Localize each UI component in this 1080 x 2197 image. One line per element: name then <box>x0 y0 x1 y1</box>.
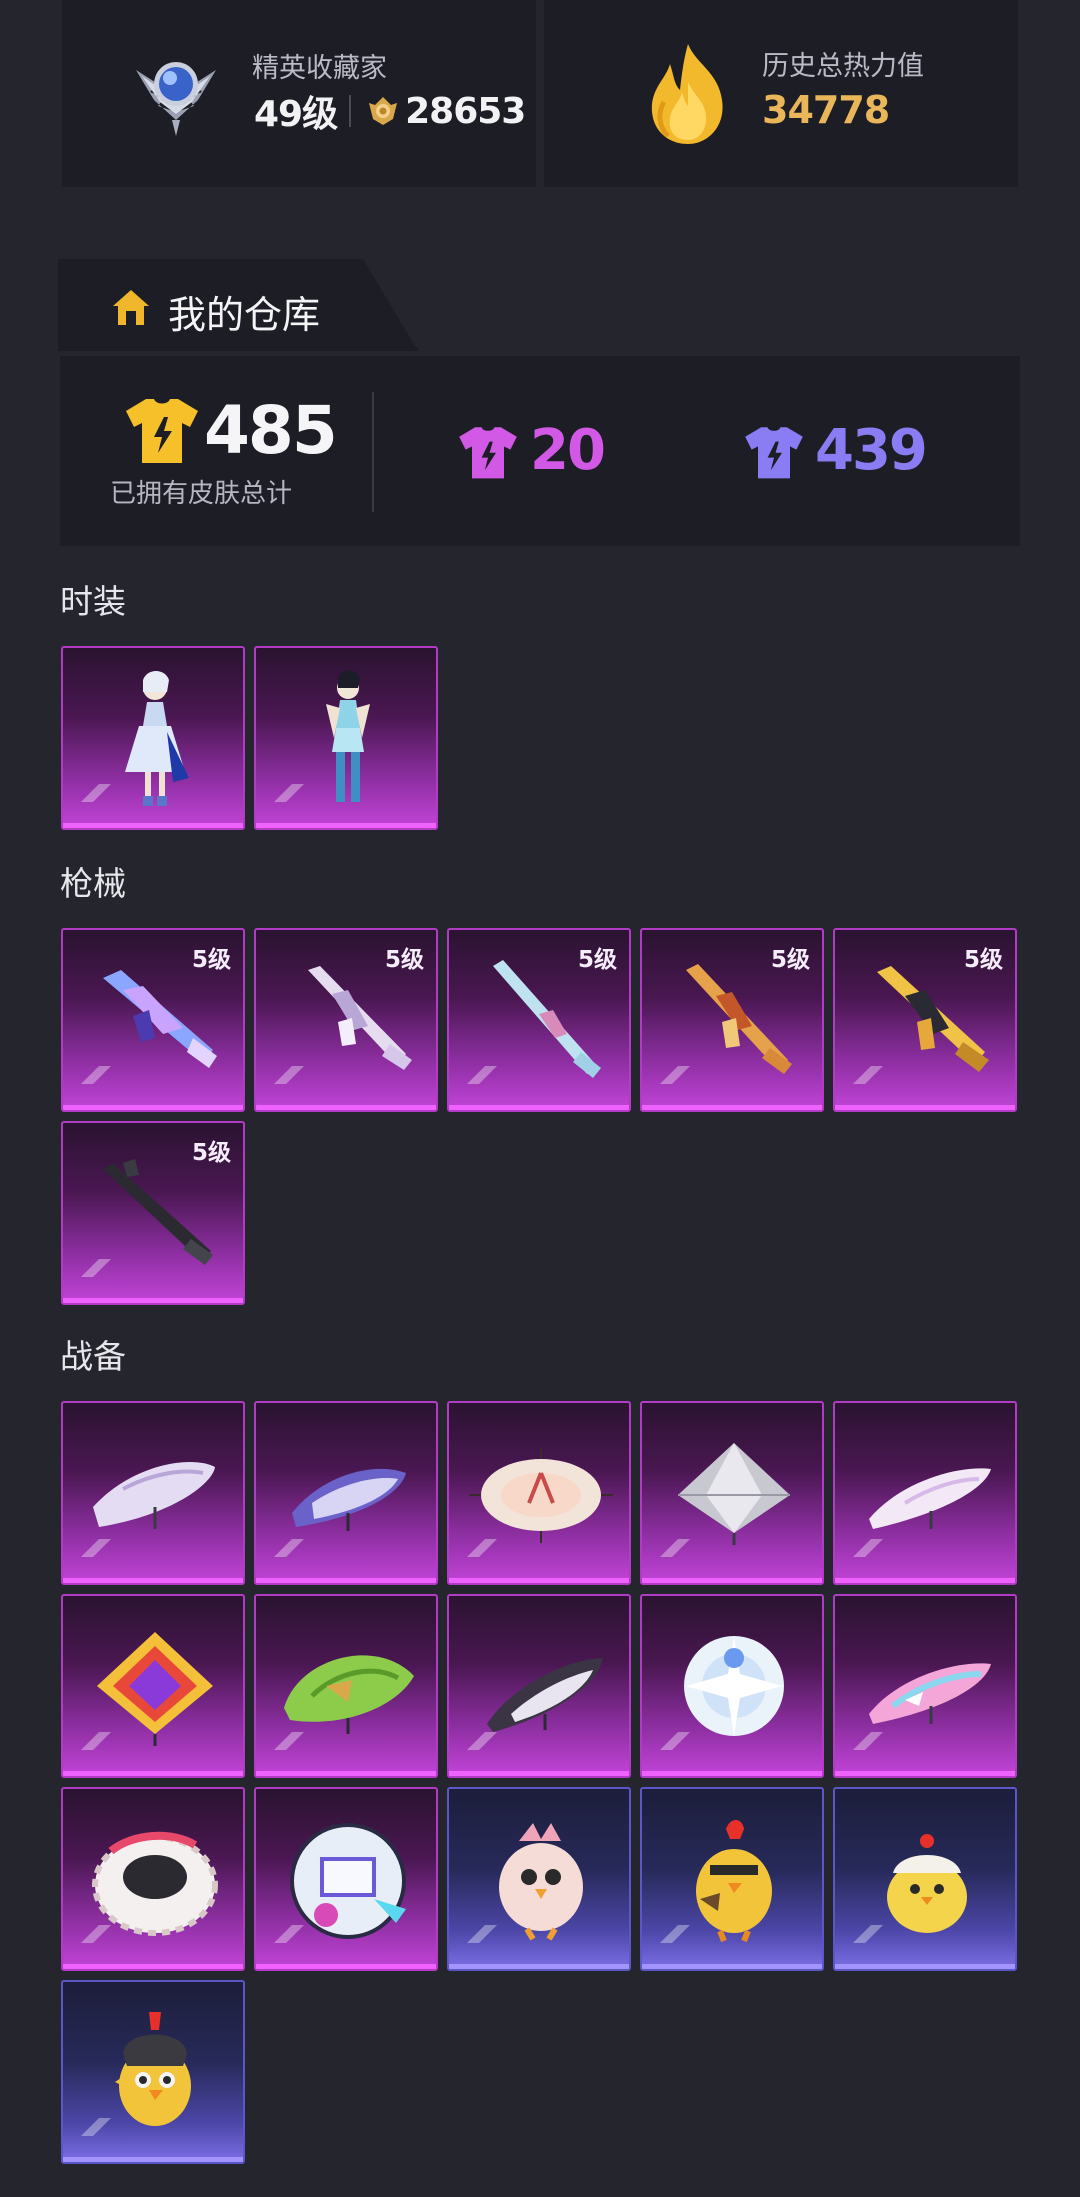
decor-slash <box>81 1539 111 1557</box>
gear-item-tile[interactable] <box>61 1980 245 2164</box>
gear-item-tile[interactable] <box>61 1594 245 1778</box>
guns-section-title: 枪械 <box>60 864 126 903</box>
gun-skin-tile[interactable]: 5级 <box>640 928 824 1112</box>
legendary-tshirt-icon <box>459 427 517 479</box>
decor-slash <box>853 1732 883 1750</box>
chick-pet-image <box>887 1834 967 1933</box>
flame-icon <box>651 44 723 144</box>
fashion-item-tile[interactable] <box>61 646 245 830</box>
decor-slash <box>467 1925 497 1943</box>
gear-item-tile[interactable] <box>640 1787 824 1971</box>
parachute-skin-image <box>284 1655 414 1734</box>
decor-slash <box>853 1925 883 1943</box>
parachute-skin-image <box>92 1831 218 1936</box>
parachute-skin-image <box>469 1449 613 1543</box>
gear-item-tile[interactable] <box>833 1594 1017 1778</box>
coin-icon <box>369 97 398 125</box>
gear-item-tile[interactable] <box>640 1401 824 1585</box>
chick-pet-image <box>115 2012 191 2126</box>
collector-card[interactable]: 精英收藏家 49级 28653 <box>62 0 536 187</box>
gear-item-tile[interactable] <box>254 1787 438 1971</box>
collector-title: 精英收藏家 <box>252 53 387 84</box>
decor-slash <box>467 1066 497 1084</box>
decor-slash <box>274 784 304 802</box>
collector-points: 28653 <box>405 90 526 132</box>
decor-slash <box>274 1539 304 1557</box>
gear-item-tile[interactable] <box>640 1594 824 1778</box>
tshirt-icon <box>126 399 198 463</box>
glider-skin-image <box>869 1663 991 1724</box>
decor-slash <box>81 784 111 802</box>
decor-slash <box>467 1539 497 1557</box>
epic-skin-count: 439 <box>815 418 928 483</box>
decor-slash <box>81 2118 111 2136</box>
house-icon <box>113 290 149 325</box>
gun-skin-tile[interactable]: 5级 <box>833 928 1017 1112</box>
character-outfit-image <box>125 671 189 806</box>
warehouse-tab-label: 我的仓库 <box>168 293 321 337</box>
rifle-skin-image <box>877 966 989 1072</box>
gear-item-tile[interactable] <box>833 1787 1017 1971</box>
gun-skin-tile[interactable]: 5级 <box>254 928 438 1112</box>
epic-tshirt-icon <box>745 427 803 479</box>
legendary-skin-count: 20 <box>530 418 606 483</box>
gear-section-title: 战备 <box>60 1337 126 1376</box>
total-skin-label: 已拥有皮肤总计 <box>110 479 293 509</box>
decor-slash <box>660 1925 690 1943</box>
decor-slash <box>274 1732 304 1750</box>
chick-pet-image <box>696 1820 772 1943</box>
winged-badge-icon <box>136 62 216 136</box>
character-outfit-image <box>326 670 370 802</box>
gun-skin-tile[interactable]: 5级 <box>61 1121 245 1305</box>
chick-pet-image <box>499 1823 583 1941</box>
summary-divider <box>372 392 374 512</box>
decor-slash <box>81 1925 111 1943</box>
glider-skin-image <box>487 1658 603 1732</box>
gun-skin-tile[interactable]: 5级 <box>61 928 245 1112</box>
parachute-skin-image <box>97 1632 213 1746</box>
decor-slash <box>81 1066 111 1084</box>
decor-slash <box>853 1066 883 1084</box>
gear-item-tile[interactable] <box>833 1401 1017 1585</box>
rifle-skin-image <box>686 964 792 1074</box>
gear-item-tile[interactable] <box>447 1594 631 1778</box>
parachute-skin-image <box>678 1443 790 1545</box>
decor-slash <box>274 1925 304 1943</box>
gear-item-tile[interactable] <box>447 1787 631 1971</box>
parachute-skin-image <box>684 1636 784 1736</box>
parachute-skin-image <box>290 1823 406 1939</box>
glider-skin-image <box>869 1468 991 1529</box>
glider-skin-image <box>93 1461 215 1529</box>
gear-item-tile[interactable] <box>61 1787 245 1971</box>
fashion-section-title: 时装 <box>60 582 126 621</box>
decor-slash <box>660 1539 690 1557</box>
decor-slash <box>853 1539 883 1557</box>
gear-item-tile[interactable] <box>254 1594 438 1778</box>
gun-skin-tile[interactable]: 5级 <box>447 928 631 1112</box>
collector-level: 49级 <box>254 94 338 135</box>
decor-slash <box>467 1732 497 1750</box>
gear-item-tile[interactable] <box>61 1401 245 1585</box>
total-skin-count: 485 <box>204 392 338 469</box>
divider <box>349 95 352 127</box>
decor-slash <box>81 1732 111 1750</box>
rifle-skin-image <box>103 970 217 1068</box>
decor-slash <box>660 1066 690 1084</box>
rifle-skin-image <box>308 966 412 1070</box>
collector-level-row: 49级 28653 <box>254 88 526 136</box>
heat-title: 历史总热力值 <box>762 51 924 82</box>
decor-slash <box>274 1066 304 1084</box>
fashion-item-tile[interactable] <box>254 646 438 830</box>
rifle-skin-image <box>493 960 601 1078</box>
rifle-skin-image <box>103 1159 213 1265</box>
heat-card[interactable]: 历史总热力值 34778 <box>544 0 1018 187</box>
decor-slash <box>81 1259 111 1277</box>
heat-value: 34778 <box>762 88 890 132</box>
gear-item-tile[interactable] <box>447 1401 631 1585</box>
glider-skin-image <box>292 1468 406 1531</box>
decor-slash <box>660 1732 690 1750</box>
gear-item-tile[interactable] <box>254 1401 438 1585</box>
